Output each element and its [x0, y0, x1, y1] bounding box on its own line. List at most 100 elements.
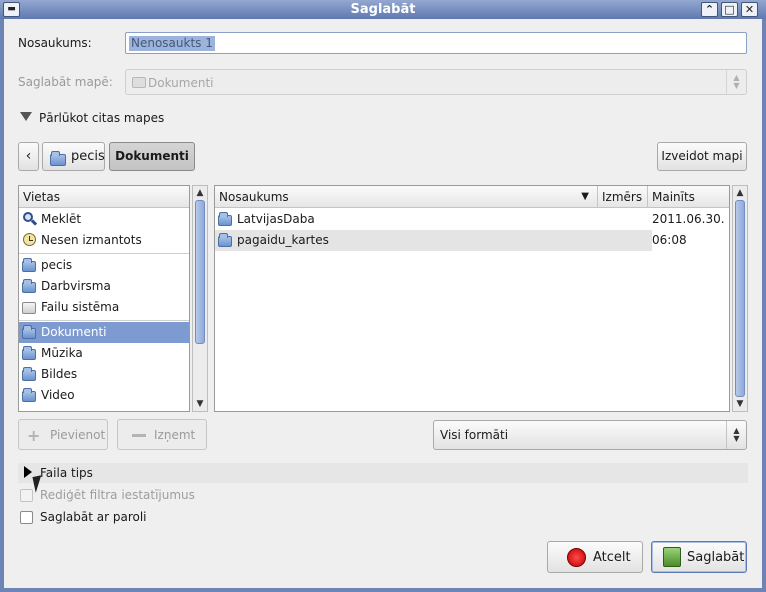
- places-scrollbar[interactable]: ▲ ▼: [192, 185, 208, 412]
- home-folder-icon: [22, 258, 38, 272]
- files-scrollbar[interactable]: ▲ ▼: [732, 185, 748, 412]
- stop-icon: [567, 548, 586, 567]
- places-separator: [19, 320, 189, 321]
- path-crumb-pecis[interactable]: pecis: [42, 142, 105, 171]
- save-with-password-label: Saglabāt ar paroli: [40, 510, 147, 524]
- save-in-combo[interactable]: Dokumenti ▲ ▼: [125, 69, 747, 95]
- browse-folders-label: Pārlūkot citas mapes: [39, 111, 165, 125]
- video-folder-icon: [22, 388, 38, 402]
- places-item-desktop[interactable]: Darbvirsma: [19, 276, 189, 297]
- cancel-button[interactable]: Atcelt: [547, 541, 643, 573]
- places-item-label: Mūzika: [41, 346, 83, 360]
- places-item-music[interactable]: Mūzika: [19, 343, 189, 364]
- save-dialog-window: ▬ Saglabāt ⌃ □ ✕ Nosaukums: Nenosaukts 1…: [0, 0, 766, 592]
- column-modified[interactable]: Mainīts: [648, 186, 729, 208]
- name-label: Nosaukums:: [18, 36, 92, 50]
- add-label: Pievienot: [50, 428, 106, 442]
- add-bookmark-button[interactable]: + Pievienot: [18, 419, 108, 450]
- places-item-meklet[interactable]: Meklēt: [19, 209, 189, 230]
- file-name: pagaidu_kartes: [237, 233, 329, 247]
- file-row[interactable]: LatvijasDaba 2011.06.30.: [215, 209, 729, 230]
- window-title: Saglabāt: [350, 2, 416, 17]
- places-panel: Vietas Meklēt Nesen izmantots pecis Darb…: [18, 185, 190, 412]
- files-panel: Nosaukums ▼ Izmērs Mainīts LatvijasDaba …: [214, 185, 730, 412]
- places-item-video[interactable]: Video: [19, 385, 189, 406]
- file-type-label: Faila tips: [40, 466, 93, 480]
- music-folder-icon: [22, 346, 38, 360]
- folder-icon: [132, 77, 146, 88]
- edit-filter-checkbox[interactable]: [20, 489, 33, 502]
- edit-filter-label: Rediģēt filtra iestatījumus: [40, 488, 195, 502]
- save-button[interactable]: Saglabāt: [651, 541, 747, 573]
- documents-folder-icon: [22, 325, 38, 339]
- triangle-right-icon: [24, 466, 32, 478]
- filter-value: Visi formāti: [440, 428, 509, 442]
- browse-folders-expander[interactable]: Pārlūkot citas mapes: [20, 110, 190, 128]
- close-button[interactable]: ✕: [741, 2, 758, 17]
- places-item-label: Bildes: [41, 367, 78, 381]
- scroll-up-icon[interactable]: ▲: [733, 186, 747, 200]
- scroll-up-icon[interactable]: ▲: [193, 186, 207, 200]
- places-item-label: Nesen izmantots: [41, 233, 142, 247]
- triangle-down-icon: [20, 112, 32, 121]
- scroll-thumb[interactable]: [195, 200, 205, 344]
- file-modified: 2011.06.30.: [652, 212, 725, 226]
- remove-bookmark-button[interactable]: Izņemt: [117, 419, 207, 450]
- pictures-folder-icon: [22, 367, 38, 381]
- column-name[interactable]: Nosaukums ▼: [215, 186, 598, 208]
- places-item-label: Darbvirsma: [41, 279, 111, 293]
- save-in-value: Dokumenti: [148, 76, 214, 90]
- dialog-body: Nosaukums: Nenosaukts 1 Saglabāt mapē: D…: [4, 19, 762, 588]
- minimize-button[interactable]: ⌃: [701, 2, 718, 17]
- places-item-documents[interactable]: Dokumenti: [19, 322, 189, 343]
- folder-icon: [218, 233, 234, 247]
- recent-icon: [22, 233, 38, 247]
- places-item-recent[interactable]: Nesen izmantots: [19, 230, 189, 251]
- save-with-password-option[interactable]: Saglabāt ar paroli: [20, 509, 220, 527]
- path-crumb-dokumenti[interactable]: Dokumenti: [109, 142, 195, 171]
- places-item-label: pecis: [41, 258, 73, 272]
- search-icon: [22, 212, 38, 226]
- combo-arrows-icon: ▲ ▼: [726, 70, 746, 94]
- save-with-password-checkbox[interactable]: [20, 511, 33, 524]
- maximize-button[interactable]: □: [721, 2, 738, 17]
- file-row[interactable]: pagaidu_kartes 06:08: [215, 230, 729, 251]
- places-item-label: Failu sistēma: [41, 300, 120, 314]
- crumb-label: pecis: [71, 149, 105, 164]
- file-modified: 06:08: [652, 230, 729, 251]
- column-name-label: Nosaukums: [219, 190, 289, 204]
- minus-icon: [132, 434, 146, 437]
- scroll-down-icon[interactable]: ▼: [193, 397, 207, 411]
- places-separator: [19, 253, 189, 254]
- save-in-label: Saglabāt mapē:: [18, 75, 113, 89]
- desktop-folder-icon: [22, 279, 38, 293]
- save-icon: [663, 547, 681, 567]
- folder-icon: [218, 212, 234, 226]
- drive-icon: [22, 300, 38, 314]
- places-item-label: Dokumenti: [41, 325, 107, 339]
- file-name: LatvijasDaba: [237, 212, 315, 226]
- scroll-thumb[interactable]: [735, 200, 745, 397]
- places-item-pictures[interactable]: Bildes: [19, 364, 189, 385]
- cancel-label: Atcelt: [593, 550, 631, 565]
- file-type-expander[interactable]: Faila tips: [18, 463, 748, 483]
- filename-value: Nenosaukts 1: [129, 36, 215, 51]
- edit-filter-option[interactable]: Rediģēt filtra iestatījumus: [20, 487, 220, 505]
- scroll-down-icon[interactable]: ▼: [733, 397, 747, 411]
- save-label: Saglabāt: [687, 550, 745, 565]
- places-item-label: Video: [41, 388, 75, 402]
- combo-arrows-icon: ▲ ▼: [726, 421, 746, 449]
- places-item-label: Meklēt: [41, 212, 82, 226]
- path-back-button[interactable]: ‹: [18, 142, 39, 171]
- filename-input[interactable]: Nenosaukts 1: [125, 32, 747, 54]
- filter-combo[interactable]: Visi formāti ▲ ▼: [433, 420, 747, 450]
- create-folder-button[interactable]: Izveidot mapi: [657, 142, 747, 171]
- places-item-pecis[interactable]: pecis: [19, 255, 189, 276]
- column-size[interactable]: Izmērs: [598, 186, 648, 208]
- plus-icon: +: [27, 426, 41, 445]
- places-item-filesystem[interactable]: Failu sistēma: [19, 297, 189, 318]
- remove-label: Izņemt: [154, 428, 196, 442]
- sort-down-icon: ▼: [581, 191, 589, 202]
- places-header[interactable]: Vietas: [19, 186, 189, 208]
- title-bar[interactable]: ▬ Saglabāt ⌃ □ ✕: [0, 0, 766, 19]
